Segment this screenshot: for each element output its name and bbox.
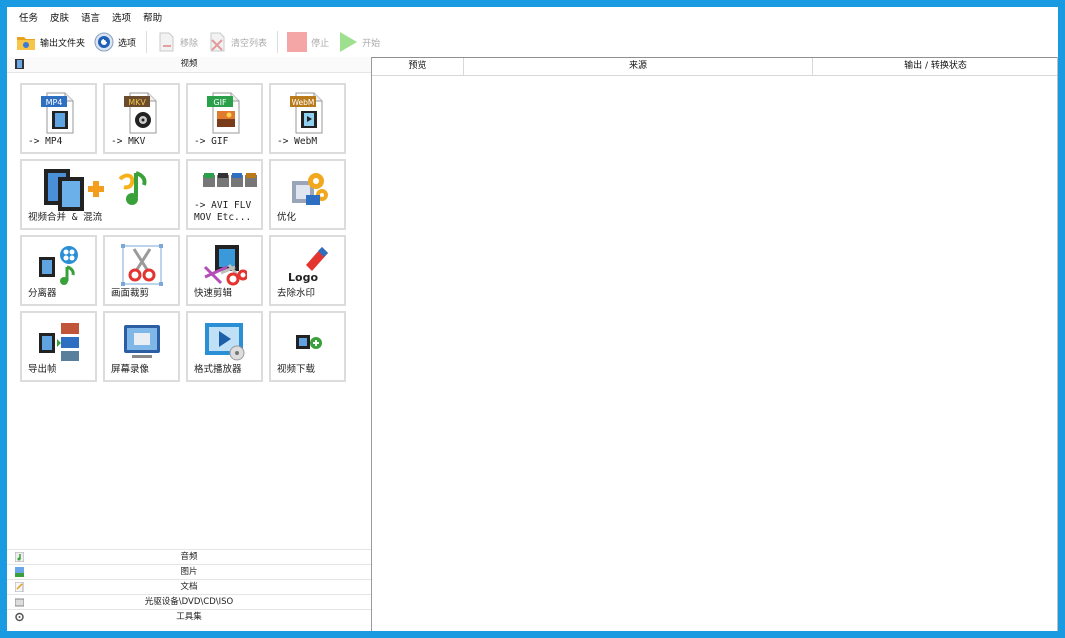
svg-text:Logo: Logo [288, 271, 318, 284]
tile-quick-cut[interactable]: 快速剪辑 [186, 235, 263, 306]
splitter-icon [37, 243, 81, 287]
tile-label: -> GIF [194, 136, 229, 147]
tile-merge-mux[interactable]: 视频合并 & 混流 [20, 159, 180, 230]
tile-label: 视频合并 & 混流 [28, 212, 103, 223]
svg-text:WebM: WebM [291, 98, 314, 107]
play-icon [337, 31, 359, 53]
category-panel: 视频 MP4 -> MP4 MKV -> MKV GIF -> GIF WebM… [7, 57, 371, 631]
tile-label: 画面裁剪 [111, 288, 150, 299]
menu-task[interactable]: 任务 [7, 11, 44, 27]
scissors-crop-icon [120, 243, 164, 287]
task-list: 预览 来源 输出 / 转换状态 [372, 57, 1058, 631]
tile-label: 去除水印 [277, 288, 316, 299]
category-disc-label: 光驱设备\DVD\CD\ISO [144, 597, 234, 607]
menu-help[interactable]: 帮助 [137, 11, 168, 27]
player-icon [203, 319, 247, 363]
collapsed-categories: 音频 图片 文档 光驱设备\DVD\CD\ISO 工具集 [7, 549, 371, 624]
tile-remove-watermark[interactable]: Logo 去除水印 [269, 235, 346, 306]
svg-text:MP4: MP4 [45, 98, 62, 107]
mkv-file-icon: MKV [120, 91, 164, 135]
column-preview[interactable]: 预览 [372, 58, 464, 75]
toolbar-separator [277, 31, 279, 53]
toolbar: 输出文件夹 选项 移除 清空列表 停止 开始 [15, 29, 388, 55]
options-label: 选项 [118, 38, 137, 49]
tile-optimize[interactable]: 优化 [269, 159, 346, 230]
gif-file-icon: GIF [203, 91, 247, 135]
toolbar-separator [146, 31, 148, 53]
menu-options[interactable]: 选项 [106, 11, 137, 27]
tile-label: -> WebM [277, 136, 318, 147]
tile-to-webm[interactable]: WebM -> WebM [269, 83, 346, 154]
tile-to-gif[interactable]: GIF -> GIF [186, 83, 263, 154]
optimize-gears-icon [286, 167, 330, 211]
tile-label: 屏幕录像 [111, 364, 150, 375]
menu-bar: 任务 皮肤 语言 选项 帮助 [7, 11, 168, 27]
remove-button[interactable]: 移除 [155, 30, 198, 54]
tile-format-player[interactable]: 格式播放器 [186, 311, 263, 382]
merge-music-icon [40, 167, 160, 211]
menu-skin[interactable]: 皮肤 [44, 11, 75, 27]
tile-label: 优化 [277, 212, 297, 223]
screen-record-icon [120, 319, 164, 363]
tile-label: 格式播放器 [194, 364, 242, 375]
category-tools-header[interactable]: 工具集 [7, 609, 371, 624]
folder-icon [15, 31, 37, 53]
task-list-header: 预览 来源 输出 / 转换状态 [372, 57, 1058, 76]
tile-splitter[interactable]: 分离器 [20, 235, 97, 306]
clear-list-button[interactable]: 清空列表 [206, 30, 267, 54]
category-tools-label: 工具集 [176, 612, 202, 622]
stop-icon [286, 31, 308, 53]
category-disc-header[interactable]: 光驱设备\DVD\CD\ISO [7, 594, 371, 609]
tile-video-download[interactable]: 视频下载 [269, 311, 346, 382]
category-audio-label: 音频 [180, 552, 198, 562]
tile-label: 视频下载 [277, 364, 316, 375]
category-document-header[interactable]: 文档 [7, 579, 371, 594]
output-folder-label: 输出文件夹 [40, 38, 86, 49]
tile-label: 分离器 [28, 288, 57, 299]
options-button[interactable]: 选项 [93, 30, 136, 54]
download-icon [286, 319, 330, 363]
quick-cut-icon [203, 243, 248, 287]
app-window: 任务 皮肤 语言 选项 帮助 输出文件夹 选项 移除 清空列表 停止 开始 视频… [7, 7, 1058, 631]
clear-list-label: 清空列表 [231, 38, 268, 49]
category-picture-label: 图片 [180, 567, 198, 577]
column-output-status[interactable]: 输出 / 转换状态 [813, 58, 1058, 75]
tile-crop[interactable]: 画面裁剪 [103, 235, 180, 306]
mp4-file-icon: MP4 [37, 91, 81, 135]
remove-label: 移除 [180, 38, 199, 49]
window-right-edge [1057, 57, 1058, 631]
category-video-label: 视频 [180, 59, 198, 69]
category-video-header[interactable]: 视频 [7, 57, 371, 73]
menu-language[interactable]: 语言 [75, 11, 106, 27]
tile-label: -> MKV [111, 136, 146, 147]
category-document-label: 文档 [180, 582, 198, 592]
category-picture-header[interactable]: 图片 [7, 564, 371, 579]
tile-label: 导出帧 [28, 364, 57, 375]
output-folder-button[interactable]: 输出文件夹 [15, 30, 85, 54]
stop-button[interactable]: 停止 [286, 30, 329, 54]
tile-to-mkv[interactable]: MKV -> MKV [103, 83, 180, 154]
svg-text:GIF: GIF [213, 98, 227, 107]
tile-screen-record[interactable]: 屏幕录像 [103, 311, 180, 382]
remove-file-icon [155, 31, 177, 53]
start-label: 开始 [362, 38, 381, 49]
stop-label: 停止 [311, 38, 330, 49]
tile-label: 快速剪辑 [194, 288, 233, 299]
tile-to-avi-flv-mov[interactable]: -> AVI FLV MOV Etc... [186, 159, 263, 230]
export-frames-icon [37, 319, 81, 363]
tile-label: -> MP4 [28, 136, 63, 147]
options-icon [93, 31, 115, 53]
column-source[interactable]: 来源 [464, 58, 813, 75]
video-tool-grid: MP4 -> MP4 MKV -> MKV GIF -> GIF WebM ->… [20, 83, 346, 382]
start-button[interactable]: 开始 [337, 30, 380, 54]
tile-export-frames[interactable]: 导出帧 [20, 311, 97, 382]
tile-label: -> AVI FLV MOV Etc... [194, 200, 252, 223]
eraser-logo-icon: Logo [286, 243, 330, 287]
category-audio-header[interactable]: 音频 [7, 549, 371, 564]
clear-list-icon [206, 31, 228, 53]
webm-file-icon: WebM [286, 91, 330, 135]
svg-text:MKV: MKV [128, 98, 146, 107]
tile-to-mp4[interactable]: MP4 -> MP4 [20, 83, 97, 154]
